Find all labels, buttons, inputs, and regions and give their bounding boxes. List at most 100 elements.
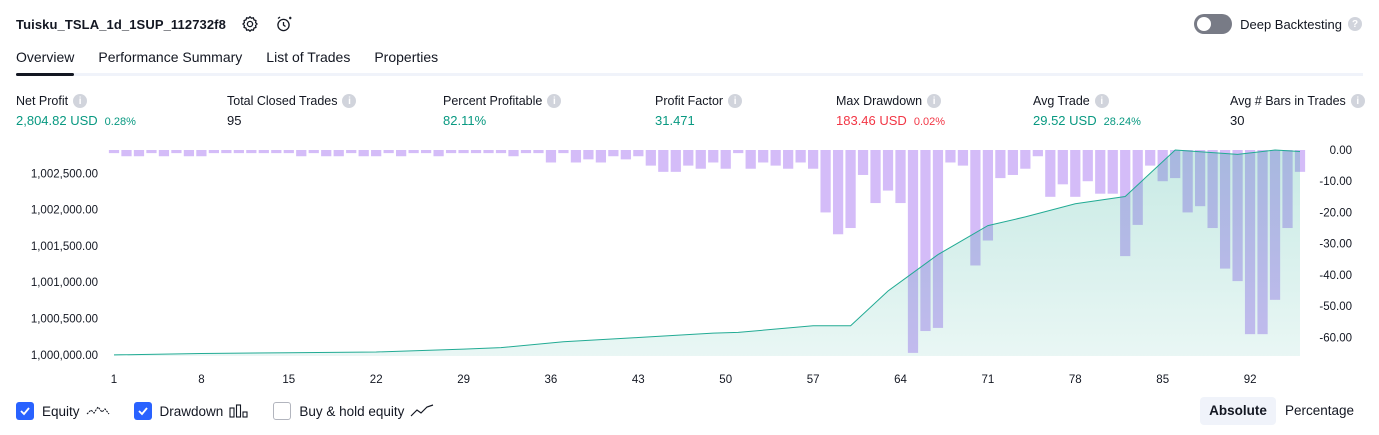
drawdown-bar xyxy=(171,150,182,154)
tab-list-of-trades[interactable]: List of Trades xyxy=(266,44,350,73)
drawdown-bar xyxy=(396,150,407,157)
drawdown-bar xyxy=(383,150,394,154)
stat-label: Avg # Bars in Trades xyxy=(1230,94,1346,108)
drawdown-bar xyxy=(483,150,494,154)
legend-buy-hold[interactable]: Buy & hold equity xyxy=(273,402,434,420)
stat-label: Net Profit xyxy=(16,94,69,108)
tab-performance-summary[interactable]: Performance Summary xyxy=(98,44,242,73)
drawdown-bar xyxy=(258,150,269,154)
x-axis-tick: 1 xyxy=(111,374,117,385)
drawdown-bar xyxy=(845,150,856,229)
tab-properties[interactable]: Properties xyxy=(374,44,438,73)
equity-axis-tick: 1,001,500.00 xyxy=(31,241,98,253)
drawdown-bar xyxy=(1045,150,1056,197)
drawdown-bar xyxy=(870,150,881,204)
info-icon[interactable]: i xyxy=(73,94,88,108)
drawdown-checkbox[interactable] xyxy=(133,402,152,420)
drawdown-bar xyxy=(770,150,781,166)
percentage-button[interactable]: Percentage xyxy=(1276,397,1363,425)
stat-value: 183.46 USD xyxy=(836,113,907,128)
x-axis-tick: 29 xyxy=(457,374,470,385)
drawdown-bar xyxy=(957,150,969,166)
stat-percent-profitable: Percent Profitable i 82.11% xyxy=(443,93,562,128)
drawdown-bar xyxy=(283,150,294,154)
drawdown-bar xyxy=(246,150,257,154)
drawdown-bar xyxy=(146,150,157,154)
stat-percent: 0.28% xyxy=(104,116,136,128)
drawdown-bar xyxy=(595,150,607,163)
equity-checkbox[interactable] xyxy=(16,402,34,420)
stat-label: Total Closed Trades xyxy=(227,94,338,108)
drawdown-bar xyxy=(1032,150,1043,157)
tab-bar: Overview Performance Summary List of Tra… xyxy=(16,44,1363,76)
info-icon[interactable]: i xyxy=(547,94,562,108)
x-axis-tick: 43 xyxy=(632,374,645,385)
drawdown-bar xyxy=(820,150,831,213)
legend-buy-hold-label: Buy & hold equity xyxy=(299,403,405,419)
x-axis-tick: 22 xyxy=(370,374,383,385)
drawdown-bar xyxy=(1070,150,1081,197)
drawdown-bar xyxy=(183,150,195,157)
settings-icon[interactable] xyxy=(240,14,260,34)
drawdown-bar xyxy=(420,150,432,154)
drawdown-bar xyxy=(608,150,619,157)
stat-label: Percent Profitable xyxy=(443,94,543,108)
drawdown-bar xyxy=(308,150,319,154)
drawdown-axis-tick: -30.00 xyxy=(1319,239,1352,251)
drawdown-axis-tick: -40.00 xyxy=(1319,270,1352,282)
drawdown-bar xyxy=(358,150,369,157)
drawdown-bar xyxy=(1057,150,1068,185)
tab-overview[interactable]: Overview xyxy=(16,44,75,76)
drawdown-bar xyxy=(633,150,644,157)
drawdown-bar xyxy=(583,150,594,160)
value-mode-switch: Absolute Percentage xyxy=(1200,397,1363,425)
drawdown-bar xyxy=(1007,150,1018,175)
drawdown-bar xyxy=(321,150,332,157)
x-axis-tick: 8 xyxy=(198,374,204,385)
legend-drawdown-label: Drawdown xyxy=(159,403,224,419)
x-axis-tick: 15 xyxy=(282,374,295,385)
help-icon[interactable]: ? xyxy=(1348,17,1362,31)
buy-hold-checkbox[interactable] xyxy=(273,402,292,420)
drawdown-bar xyxy=(570,150,582,163)
x-axis-tick: 78 xyxy=(1069,374,1082,385)
stat-label: Avg Trade xyxy=(1033,94,1090,108)
drawdown-bar xyxy=(495,150,507,154)
drawdown-bar xyxy=(695,150,706,169)
chart-legend: Equity Drawdown Buy & hold equity xyxy=(16,400,458,422)
drawdown-bar xyxy=(508,150,519,157)
drawdown-bar xyxy=(1020,150,1031,169)
stat-value: 82.11% xyxy=(443,113,487,128)
equity-line-icon xyxy=(86,404,110,418)
legend-drawdown[interactable]: Drawdown xyxy=(133,402,250,420)
legend-equity[interactable]: Equity xyxy=(16,402,110,420)
drawdown-bar xyxy=(408,150,419,154)
deep-backtesting-toggle[interactable] xyxy=(1194,14,1233,34)
info-icon[interactable]: i xyxy=(1350,94,1365,108)
x-axis-tick: 71 xyxy=(982,374,995,385)
drawdown-axis-tick: -10.00 xyxy=(1319,176,1352,188)
drawdown-bar xyxy=(208,150,219,154)
drawdown-bar xyxy=(1145,150,1156,166)
stat-label: Profit Factor xyxy=(655,94,724,108)
info-icon[interactable]: i xyxy=(342,94,357,108)
info-icon[interactable]: i xyxy=(927,94,942,108)
stat-value: 31.471 xyxy=(655,113,695,128)
drawdown-bar xyxy=(945,150,956,163)
x-axis-tick: 57 xyxy=(807,374,820,385)
absolute-button[interactable]: Absolute xyxy=(1200,397,1276,425)
drawdown-bar xyxy=(708,150,719,163)
info-icon[interactable]: i xyxy=(728,94,743,108)
stat-value: 29.52 USD xyxy=(1033,113,1097,128)
equity-axis-tick: 1,000,000.00 xyxy=(31,350,98,362)
drawdown-bar xyxy=(520,150,532,154)
drawdown-bar xyxy=(533,150,544,154)
equity-drawdown-chart[interactable]: 1,002,500.00 1,002,000.00 1,001,500.00 1,00… xyxy=(0,140,1379,385)
drawdown-axis-tick: -60.00 xyxy=(1319,332,1352,344)
drawdown-bar xyxy=(670,150,681,172)
add-alert-icon[interactable] xyxy=(274,14,294,34)
stat-profit-factor: Profit Factor i 31.471 xyxy=(655,93,743,128)
info-icon[interactable]: i xyxy=(1094,94,1109,108)
strategy-name: Tuisku_TSLA_1d_1SUP_112732f8 xyxy=(16,16,226,32)
stat-percent: 28.24% xyxy=(1103,116,1141,128)
